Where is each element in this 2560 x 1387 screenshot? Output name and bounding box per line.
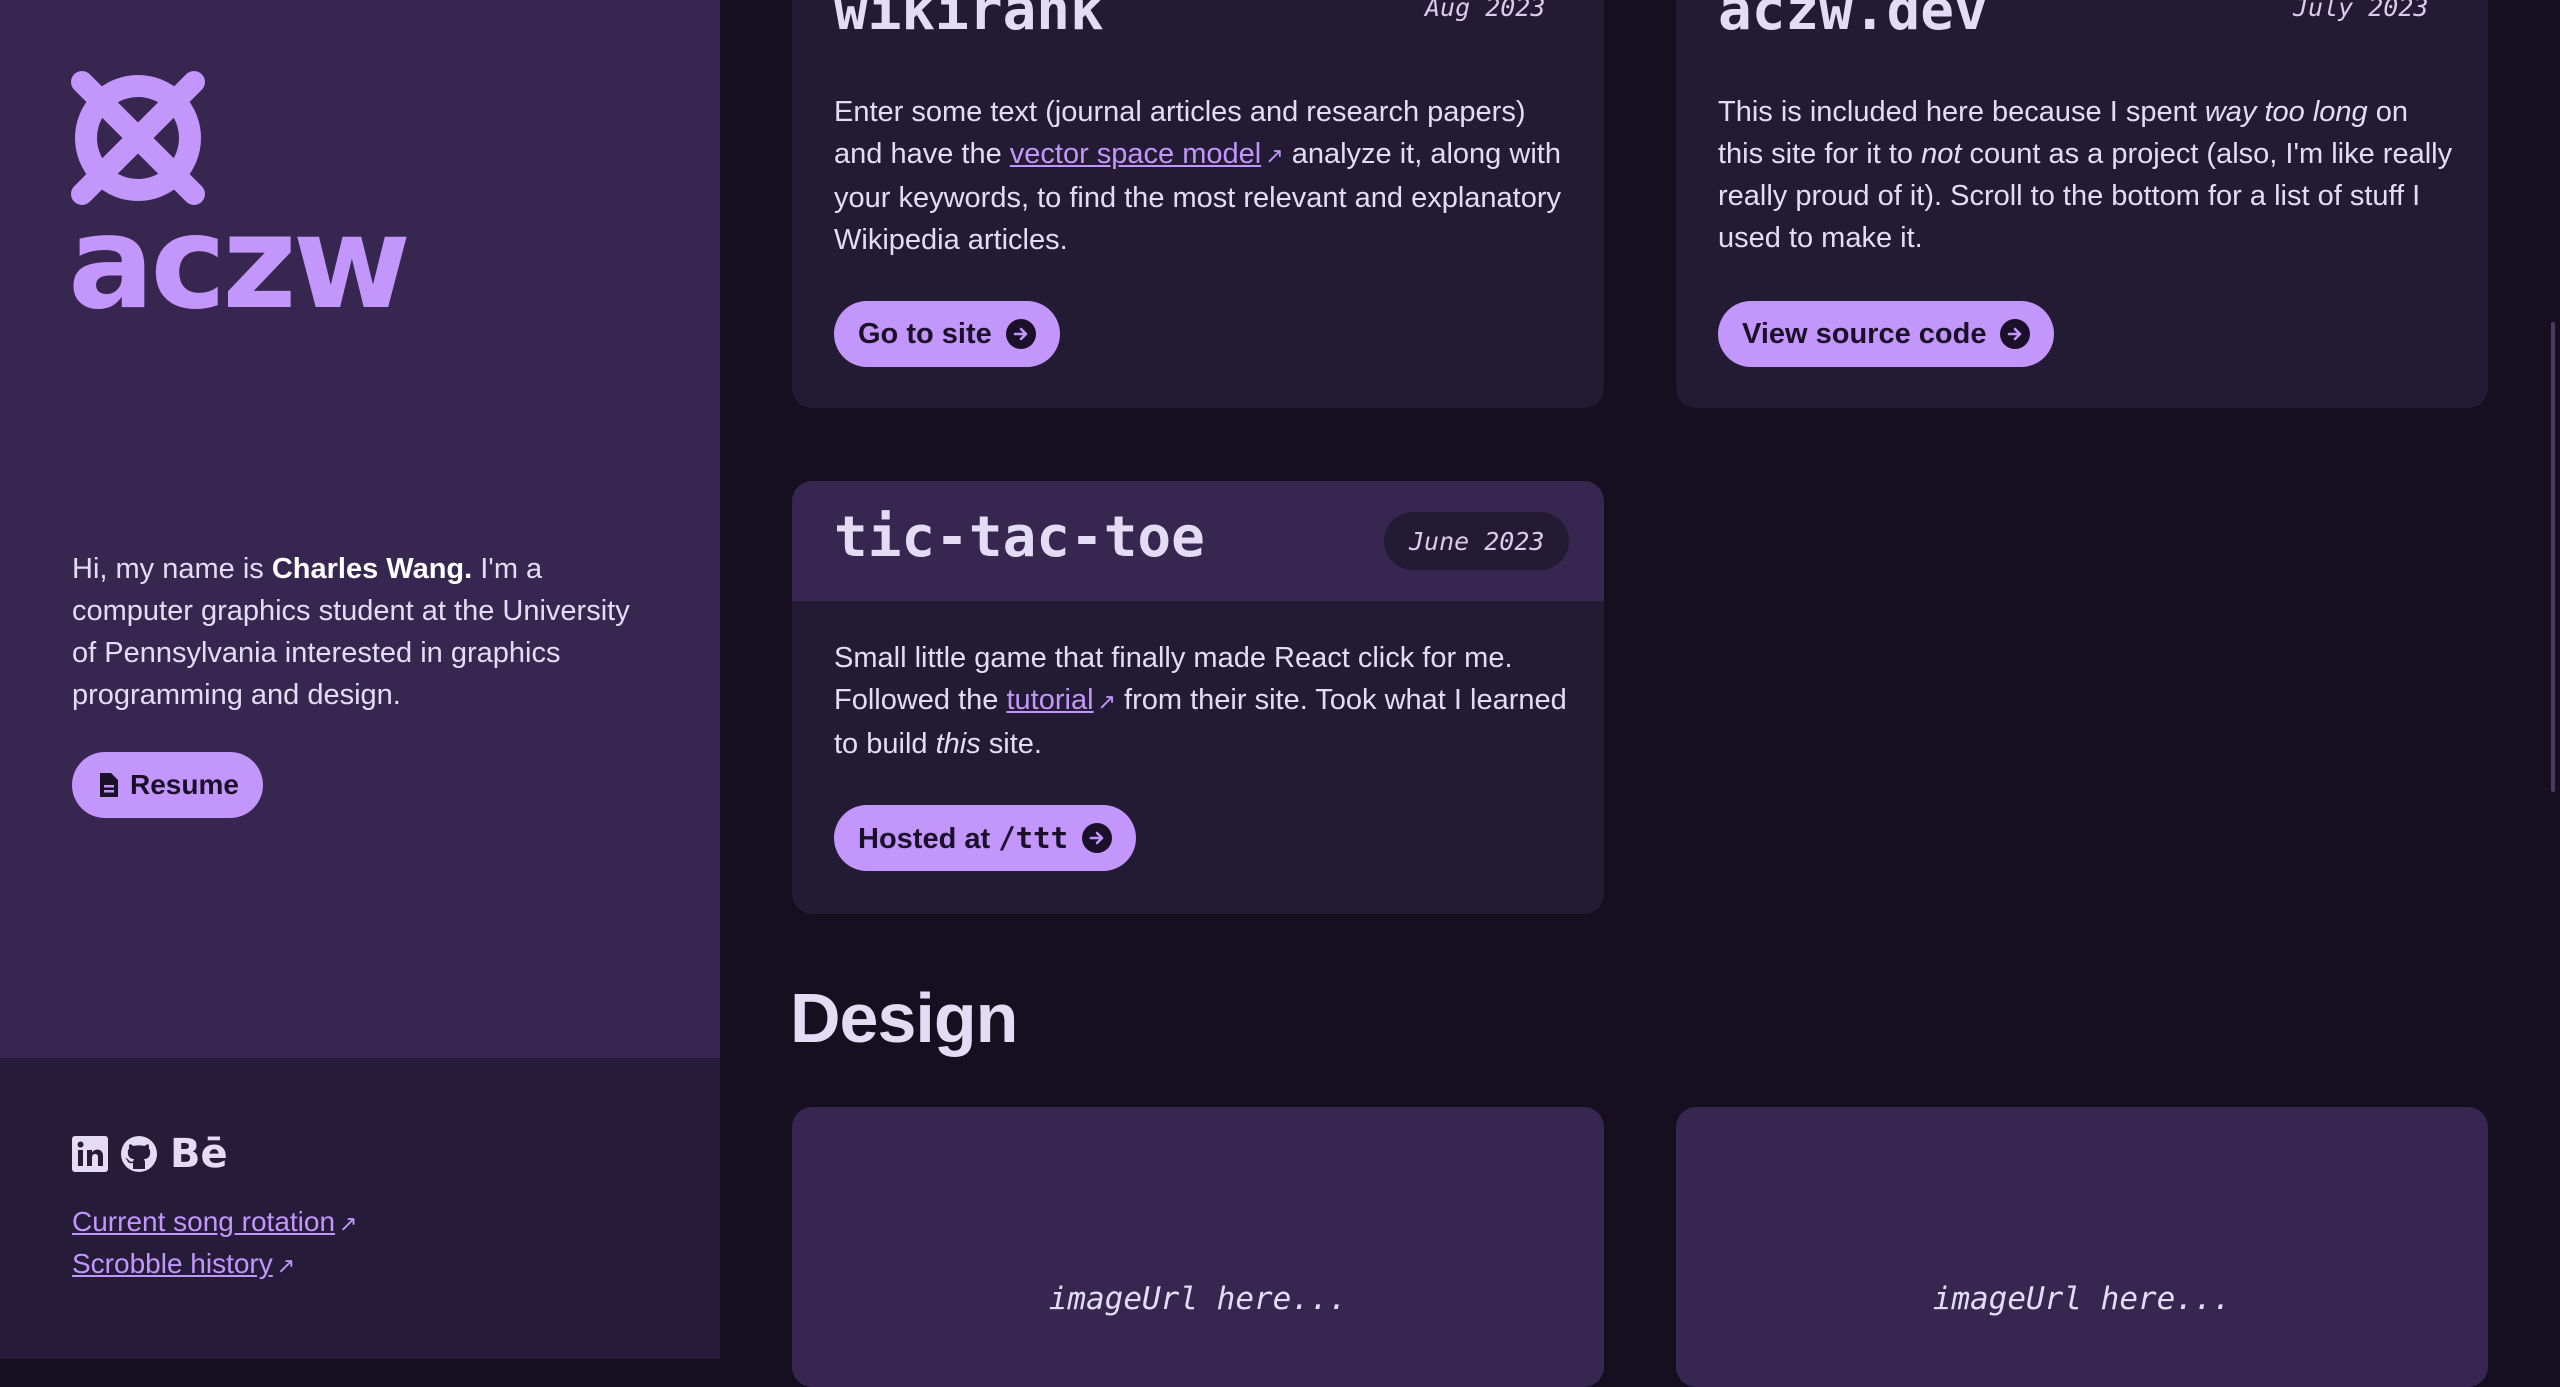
intro-text: Hi, my name is Charles Wang. I'm a compu… — [72, 553, 630, 711]
external-link-icon: ↗ — [1097, 689, 1116, 714]
author-name: Charles Wang. — [271, 553, 473, 585]
external-link-icon: ↗ — [339, 1211, 358, 1236]
arrow-right-icon — [2000, 319, 2031, 349]
hosted-at-ttt-button[interactable]: Hosted at /ttt — [834, 805, 1137, 871]
sidebar: aczw Hi, my name is Charles Wang. I'm a … — [0, 0, 720, 1359]
social-links: Bē — [72, 1134, 228, 1174]
scrobble-history-link[interactable]: Scrobble history ↗ — [72, 1248, 295, 1280]
tutorial-link[interactable]: tutorial — [1007, 684, 1094, 716]
site-logo-text: aczw — [68, 189, 411, 338]
project-title: wikirank — [834, 0, 1104, 43]
resume-button[interactable]: Resume — [72, 752, 263, 818]
project-card-aczw-dev: aczw.dev July 2023 This is included here… — [1676, 0, 2488, 408]
date-badge: July 2023 — [2268, 0, 2454, 36]
song-rotation-link[interactable]: Current song rotation ↗ — [72, 1206, 357, 1238]
image-placeholder-text: imageUrl here... — [1048, 1281, 1348, 1317]
design-card[interactable]: imageUrl here... — [792, 1107, 1604, 1387]
project-description: Small little game that finally made Reac… — [834, 642, 1567, 760]
resume-button-label: Resume — [130, 769, 239, 800]
button-label: Hosted at /ttt — [858, 820, 1069, 855]
sidebar-profile-panel: aczw Hi, my name is Charles Wang. I'm a … — [0, 0, 720, 1058]
vector-space-model-link[interactable]: vector space model — [1010, 138, 1261, 170]
project-card-wikirank: wikirank Aug 2023 Enter some text (journ… — [792, 0, 1604, 408]
project-description: Enter some text (journal articles and re… — [834, 96, 1561, 256]
design-card[interactable]: imageUrl here... — [1676, 1107, 2488, 1387]
behance-icon[interactable]: Bē — [170, 1134, 228, 1174]
linkedin-icon[interactable] — [72, 1136, 108, 1172]
document-icon — [100, 773, 118, 797]
button-label: Go to site — [858, 317, 992, 350]
project-description: This is included here because I spent wa… — [1718, 96, 2453, 254]
card-header: tic-tac-toe June 2023 — [792, 481, 1604, 601]
project-title: aczw.dev — [1718, 0, 1988, 43]
image-placeholder-text: imageUrl here... — [1932, 1281, 2232, 1317]
github-icon[interactable] — [120, 1135, 158, 1173]
aczw-logo-icon — [71, 71, 205, 205]
project-card-tic-tac-toe: tic-tac-toe June 2023 Small little game … — [792, 481, 1604, 914]
section-heading-design: Design — [790, 979, 1018, 1057]
page-scrollbar-thumb[interactable] — [2551, 322, 2555, 792]
external-link-icon: ↗ — [1265, 143, 1284, 168]
view-source-code-button[interactable]: View source code — [1718, 301, 2055, 367]
project-title: tic-tac-toe — [834, 505, 1205, 570]
button-label: View source code — [1742, 317, 1987, 350]
date-badge: June 2023 — [1384, 512, 1570, 570]
external-link-icon: ↗ — [276, 1253, 296, 1278]
date-badge: Aug 2023 — [1400, 0, 1571, 36]
arrow-right-icon — [1082, 823, 1113, 853]
go-to-site-button[interactable]: Go to site — [834, 301, 1060, 367]
arrow-right-icon — [1005, 319, 1036, 349]
